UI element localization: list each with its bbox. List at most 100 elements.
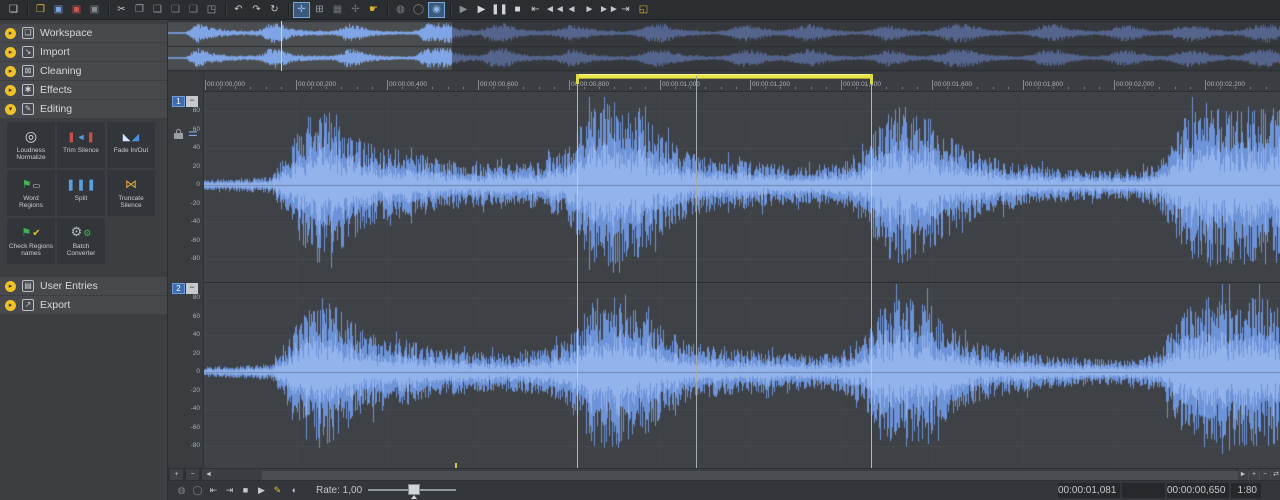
- channel-2-collapse-button[interactable]: −: [186, 283, 198, 294]
- loop-playback-icon[interactable]: ◍: [392, 2, 409, 18]
- user-entries-icon: ▤: [22, 280, 34, 292]
- fit-view-button[interactable]: ⇄: [1271, 469, 1280, 480]
- marker-tool-icon[interactable]: ✢: [347, 2, 364, 18]
- selection-range-bar[interactable]: [577, 74, 871, 79]
- revert-icon[interactable]: ↻: [266, 2, 283, 18]
- chevron-right-icon[interactable]: ▸: [5, 281, 16, 292]
- ruler-minor-tick: [1235, 87, 1236, 89]
- monitor-icon[interactable]: ◉: [428, 2, 445, 18]
- chevron-right-icon[interactable]: ▸: [5, 66, 16, 77]
- sidebar: ▸❏Workspace▸↘Import▸⊠Cleaning▸✱Effects▾✎…: [0, 21, 168, 500]
- tool-truncate-silence[interactable]: ⋈TruncateSilence: [107, 170, 155, 216]
- ruler-time-label: 00:00:00,200: [298, 81, 336, 88]
- new-file-icon[interactable]: ❑: [5, 2, 22, 18]
- ruler-minor-tick: [554, 87, 555, 89]
- scrollbar-thumb[interactable]: [262, 471, 1274, 480]
- prev-region-icon[interactable]: ◄◄: [545, 2, 562, 18]
- crop-icon[interactable]: ◳: [203, 2, 220, 18]
- zoom-region-icon[interactable]: ⊞: [311, 2, 328, 18]
- stop-icon[interactable]: ■: [509, 2, 526, 18]
- tool-split[interactable]: ❚❚❚Split: [57, 170, 105, 216]
- chevron-right-icon[interactable]: ▸: [5, 85, 16, 96]
- external-editor-icon[interactable]: ◱: [635, 2, 652, 18]
- channel-2-waveform[interactable]: [204, 283, 1280, 468]
- ruler-minor-tick: [811, 87, 812, 89]
- record-icon[interactable]: ◯: [410, 2, 427, 18]
- channel-1-collapse-button[interactable]: −: [186, 96, 198, 107]
- sidebar-item-user-entries[interactable]: ▸▤User Entries: [0, 277, 167, 295]
- rewind-icon[interactable]: ◄: [563, 2, 580, 18]
- db-scale-label: 60: [168, 126, 200, 133]
- goto-start-icon[interactable]: ⇤: [206, 481, 221, 500]
- pan-tool-icon[interactable]: ✛: [293, 2, 310, 18]
- copy-icon[interactable]: ❐: [131, 2, 148, 18]
- chevron-right-icon[interactable]: ▸: [5, 47, 16, 58]
- ruler-minor-tick: [402, 87, 403, 89]
- sidebar-item-export[interactable]: ▸↗Export: [0, 296, 167, 314]
- channel-2-badge[interactable]: 2: [172, 283, 185, 294]
- sidebar-item-import[interactable]: ▸↘Import: [0, 43, 167, 61]
- goto-end-icon[interactable]: ⇥: [617, 2, 634, 18]
- ruler-minor-tick: [523, 87, 524, 89]
- scrollbar-track[interactable]: [214, 469, 1236, 480]
- rate-slider-handle[interactable]: [408, 484, 420, 495]
- monitor-level-icon[interactable]: ◖: [286, 481, 301, 500]
- audio-editor-window: ❑❒▣▣▣✂❐❏❏❏◳↶↷↻✛⊞▦✢☛◍◯◉▶▶❚❚■⇤◄◄◄►►►⇥◱ ▸❏W…: [0, 0, 1280, 500]
- ruler-minor-tick: [630, 87, 631, 89]
- chevron-down-icon[interactable]: ▾: [5, 104, 16, 115]
- save-icon[interactable]: ▣: [50, 2, 67, 18]
- save-as-icon[interactable]: ▣: [68, 2, 85, 18]
- goto-start-icon[interactable]: ⇤: [527, 2, 544, 18]
- zoom-in-button[interactable]: +: [170, 469, 183, 480]
- channel-1-badge[interactable]: 1: [172, 96, 185, 107]
- paste-special-icon[interactable]: ❏: [167, 2, 184, 18]
- open-folder-icon[interactable]: ❒: [32, 2, 49, 18]
- tool-batch-converter[interactable]: ⚙⚙BatchConverter: [57, 218, 105, 264]
- overview-waveform[interactable]: [168, 21, 1280, 71]
- overview-strip[interactable]: [168, 20, 1280, 72]
- save-all-icon[interactable]: ▣: [86, 2, 103, 18]
- undo-icon[interactable]: ↶: [230, 2, 247, 18]
- scroll-right-button[interactable]: ►: [1238, 469, 1248, 480]
- tool-word-regions[interactable]: ⚑▭WordRegions: [7, 170, 55, 216]
- zoom-out-button[interactable]: −: [186, 469, 199, 480]
- hand-tool-icon[interactable]: ☛: [365, 2, 382, 18]
- goto-end-icon[interactable]: ⇥: [222, 481, 237, 500]
- ruler-minor-tick: [1099, 87, 1100, 89]
- redo-icon[interactable]: ↷: [248, 2, 265, 18]
- play-icon[interactable]: ▶: [473, 2, 490, 18]
- ruler-minor-tick: [311, 87, 312, 89]
- pause-icon[interactable]: ❚❚: [491, 2, 508, 18]
- zoom-out-button[interactable]: −: [1260, 469, 1270, 480]
- sidebar-item-effects[interactable]: ▸✱Effects: [0, 81, 167, 99]
- channel-1-waveform[interactable]: [204, 92, 1280, 282]
- record-icon[interactable]: ◯: [190, 481, 205, 500]
- ruler-major-tick: [569, 80, 570, 90]
- cut-icon[interactable]: ✂: [113, 2, 130, 18]
- sidebar-item-workspace[interactable]: ▸❏Workspace: [0, 24, 167, 42]
- tool-trim-silence[interactable]: ❚◄❚Trim Silence: [57, 122, 105, 168]
- tool-check-regions-names[interactable]: ⚑✔Check Regionsnames: [7, 218, 55, 264]
- tool-fade-in-out[interactable]: ◣◢Fade In/Out: [107, 122, 155, 168]
- chevron-right-icon[interactable]: ▸: [5, 300, 16, 311]
- edit-while-play-icon[interactable]: ✎: [270, 481, 285, 500]
- spectral-view-icon[interactable]: ▦: [329, 2, 346, 18]
- stop-icon[interactable]: ■: [238, 481, 253, 500]
- ruler-time-label: 00:00:00,000: [207, 81, 245, 88]
- tool-loudness-normalize[interactable]: ◎LoudnessNormalize: [7, 122, 55, 168]
- ruler-minor-tick: [584, 87, 585, 89]
- sidebar-item-editing[interactable]: ▾✎Editing: [0, 100, 167, 118]
- zoom-in-button[interactable]: +: [1249, 469, 1259, 480]
- next-region-icon[interactable]: ►►: [599, 2, 616, 18]
- loop-icon[interactable]: ◍: [174, 481, 189, 500]
- paste-icon[interactable]: ❏: [149, 2, 166, 18]
- sidebar-item-cleaning[interactable]: ▸⊠Cleaning: [0, 62, 167, 80]
- rate-slider-pointer: [411, 495, 417, 499]
- forward-icon[interactable]: ►: [581, 2, 598, 18]
- paste-insert-icon[interactable]: ❏: [185, 2, 202, 18]
- play-from-cursor-icon[interactable]: ▶: [455, 2, 472, 18]
- rate-label: Rate: 1,00: [316, 485, 362, 496]
- chevron-right-icon[interactable]: ▸: [5, 28, 16, 39]
- ruler-minor-tick: [886, 87, 887, 89]
- play-icon[interactable]: ▶: [254, 481, 269, 500]
